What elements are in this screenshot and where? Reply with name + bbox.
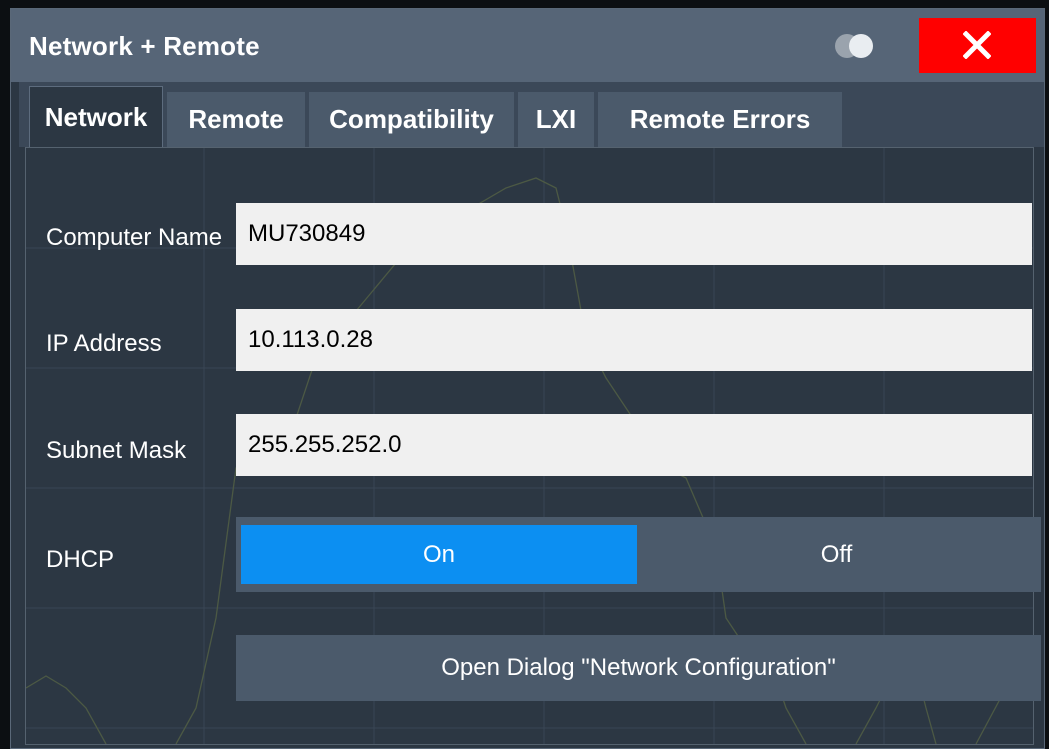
tab-remote[interactable]: Remote — [167, 92, 305, 147]
tab-lxi-label: LXI — [535, 104, 577, 134]
dhcp-off-label: Off — [820, 540, 853, 568]
tab-compatibility[interactable]: Compatibility — [309, 92, 514, 147]
tab-remote-errors-label: Remote Errors — [629, 104, 811, 134]
tab-network-label: Network — [44, 102, 148, 132]
close-button[interactable] — [919, 18, 1036, 73]
ip-address-label: IP Address — [46, 330, 162, 357]
open-network-configuration-button[interactable]: Open Dialog "Network Configuration" — [236, 635, 1041, 701]
dhcp-on-button[interactable]: On — [241, 525, 637, 584]
ip-address-field[interactable] — [236, 309, 1032, 371]
tab-remote-errors[interactable]: Remote Errors — [598, 92, 842, 147]
dhcp-toggle: On Off — [236, 517, 1041, 592]
network-tab-content: Computer Name IP Address Subnet Mask DHC… — [25, 147, 1041, 745]
dhcp-label: DHCP — [46, 546, 115, 573]
close-icon — [963, 31, 991, 59]
computer-name-field[interactable] — [236, 203, 1032, 265]
dialog-title: Network + Remote — [29, 31, 260, 61]
dhcp-off-button[interactable]: Off — [637, 525, 1036, 584]
computer-name-label: Computer Name — [46, 224, 223, 251]
tab-remote-label: Remote — [188, 104, 284, 134]
tab-compatibility-label: Compatibility — [329, 104, 494, 134]
title-bar: Network + Remote — [11, 9, 1044, 82]
subnet-mask-label: Subnet Mask — [46, 437, 187, 464]
tab-lxi[interactable]: LXI — [518, 92, 594, 147]
toggle-icon[interactable] — [823, 31, 883, 61]
tab-network[interactable]: Network — [29, 86, 163, 148]
tab-strip: Network Remote Compatibility LXI Remote … — [19, 82, 1044, 148]
subnet-mask-field[interactable] — [236, 414, 1032, 476]
network-remote-dialog: Network + Remote Network Remote Compatib… — [10, 8, 1045, 749]
open-network-configuration-label: Open Dialog "Network Configuration" — [441, 654, 836, 681]
dhcp-on-label: On — [422, 540, 455, 568]
